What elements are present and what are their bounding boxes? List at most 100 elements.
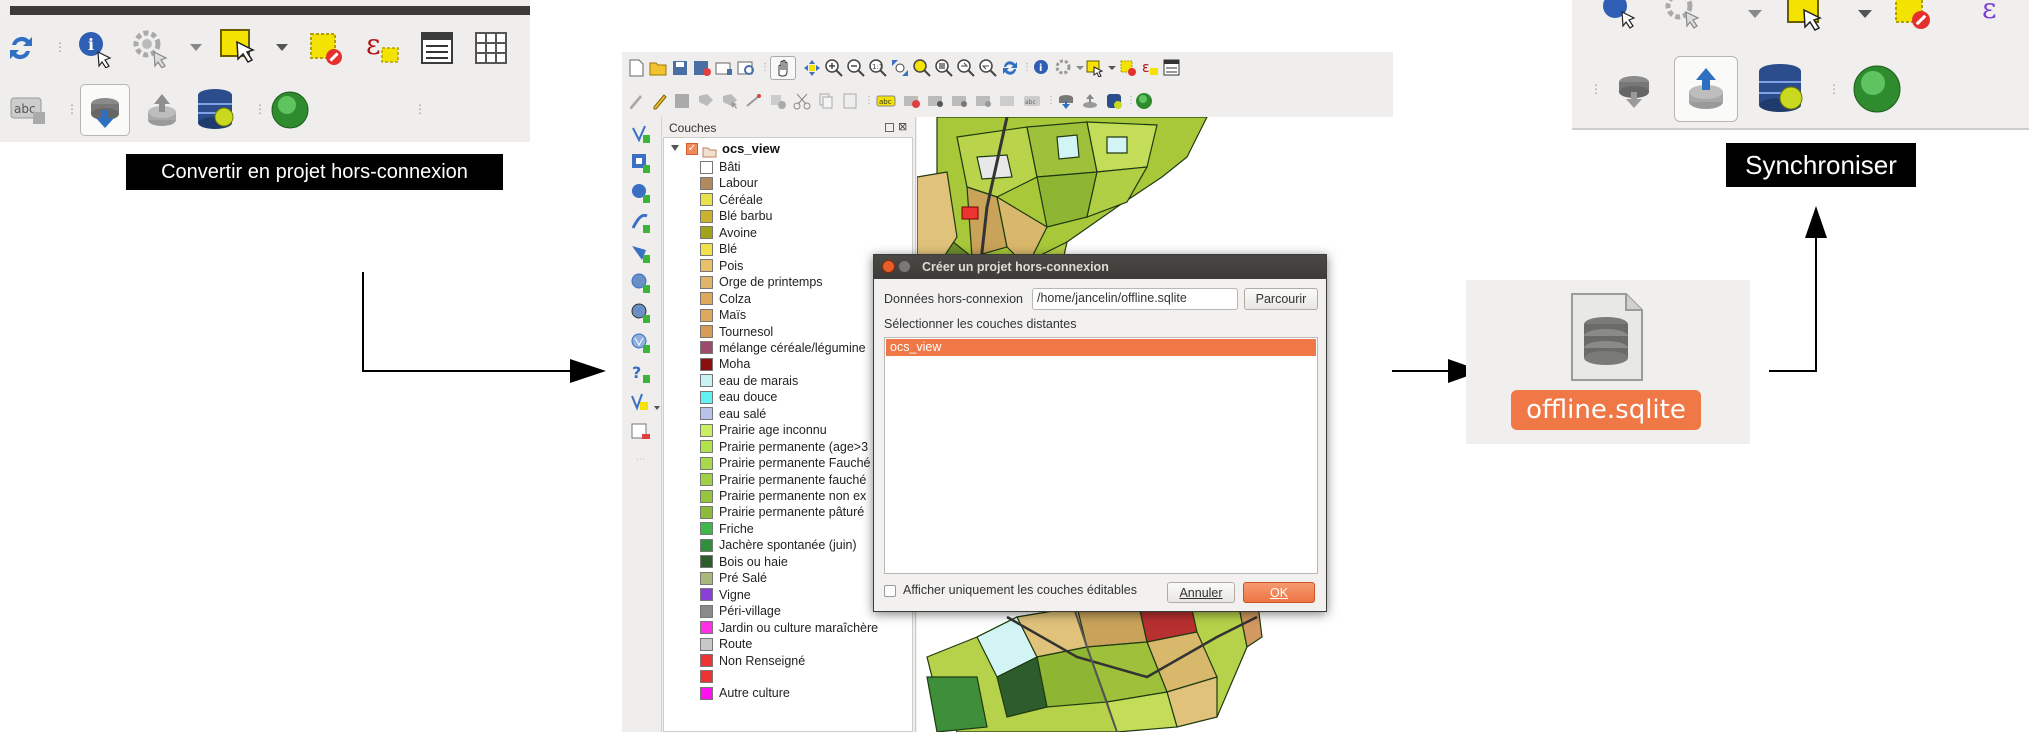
new-vector-layer-icon[interactable] — [630, 393, 650, 413]
layer-row[interactable] — [700, 669, 719, 685]
layer-row[interactable]: Blé — [700, 241, 737, 257]
chevron-down-icon[interactable] — [1748, 10, 1762, 18]
field-calculator-icon[interactable] — [470, 28, 512, 68]
paste-icon[interactable] — [840, 91, 860, 111]
delete-selected-icon[interactable] — [768, 91, 788, 111]
float-panel-icon[interactable] — [885, 123, 894, 132]
identify-icon[interactable]: i — [72, 28, 116, 68]
layer-row[interactable]: Prairie permanente Fauché — [700, 455, 870, 471]
zoom-last-icon[interactable] — [956, 58, 976, 78]
close-icon[interactable]: ⊠ — [898, 121, 907, 132]
add-vector-layer-icon[interactable] — [630, 123, 650, 143]
zoom-to-layer-icon[interactable] — [934, 58, 954, 78]
gear-zoom-icon[interactable] — [1054, 58, 1074, 78]
close-icon[interactable] — [882, 260, 895, 273]
synchronize-icon[interactable] — [1674, 56, 1738, 122]
layer-row[interactable]: Non Renseigné — [700, 653, 805, 669]
attribute-table-icon[interactable] — [1162, 58, 1182, 78]
convert-offline-icon[interactable] — [1056, 91, 1076, 111]
layer-group-name[interactable]: ocs_view — [722, 141, 780, 156]
remove-layer-icon[interactable] — [630, 423, 650, 443]
node-tool-icon[interactable] — [744, 91, 764, 111]
synchronize-icon[interactable] — [140, 88, 184, 132]
layer-row[interactable]: Moha — [700, 356, 750, 372]
zoom-next-icon[interactable] — [978, 58, 998, 78]
zoom-out-icon[interactable] — [846, 58, 866, 78]
layer-row[interactable]: Tournesol — [700, 324, 773, 340]
layer-row[interactable]: Prairie age inconnu — [700, 422, 827, 438]
sqlite-file-icon[interactable] — [1570, 292, 1644, 386]
zoom-native-icon[interactable]: 1:1 — [868, 58, 888, 78]
select-features-icon[interactable] — [1782, 0, 1830, 36]
minimize-icon[interactable] — [898, 260, 911, 273]
label-style-icon[interactable]: abc — [1022, 91, 1042, 111]
chevron-down-icon[interactable] — [1076, 66, 1084, 70]
add-wms-layer-icon[interactable] — [630, 273, 650, 293]
layer-row[interactable]: Prairie permanente (age>3 — [700, 439, 868, 455]
pan-to-selection-icon[interactable] — [802, 58, 822, 78]
spatialite-db-icon[interactable] — [1752, 60, 1808, 118]
layer-row[interactable]: Céréale — [700, 192, 763, 208]
select-features-icon[interactable] — [1084, 58, 1104, 78]
layer-row[interactable]: Pré Salé — [700, 570, 767, 586]
layer-row[interactable]: Jardin ou culture maraîchère — [700, 620, 878, 636]
add-wfs-layer-icon[interactable] — [630, 333, 650, 353]
layer-row[interactable]: Péri-village — [700, 603, 781, 619]
zoom-in-icon[interactable] — [824, 58, 844, 78]
cancel-button[interactable]: Annuler — [1167, 582, 1235, 603]
deselect-icon[interactable] — [1118, 58, 1138, 78]
current-edits-icon[interactable] — [626, 91, 646, 111]
deselect-icon[interactable] — [1890, 0, 1934, 36]
group-checkbox[interactable]: ✓ — [686, 143, 698, 155]
layer-row[interactable]: Blé barbu — [700, 208, 773, 224]
globe-plugin-icon[interactable] — [1134, 91, 1154, 111]
editable-only-checkbox[interactable] — [884, 585, 896, 597]
chevron-down-icon[interactable] — [276, 44, 288, 51]
select-features-icon[interactable] — [216, 26, 260, 68]
copy-icon[interactable] — [816, 91, 836, 111]
file-name-label[interactable]: offline.sqlite — [1511, 390, 1701, 430]
convert-offline-icon[interactable] — [80, 84, 130, 136]
label-icon[interactable]: abc — [8, 90, 48, 130]
label-pin-icon[interactable] — [902, 91, 922, 111]
layer-row[interactable]: Prairie permanente pâturé — [700, 504, 864, 520]
synchronize-icon[interactable] — [1080, 91, 1100, 111]
layer-row[interactable]: Colza — [700, 291, 751, 307]
list-item[interactable]: ocs_view — [886, 339, 1316, 356]
layer-row[interactable]: Prairie permanente fauché — [700, 472, 866, 488]
globe-plugin-icon[interactable] — [268, 88, 312, 132]
ok-button[interactable]: OK — [1243, 582, 1315, 603]
layer-row[interactable]: eau de marais — [700, 373, 798, 389]
add-delimited-text-icon[interactable]: ? — [630, 363, 650, 383]
spatialite-db-icon[interactable] — [192, 86, 238, 132]
add-raster-layer-icon[interactable] — [630, 153, 650, 173]
label-show-icon[interactable] — [926, 91, 946, 111]
new-project-icon[interactable] — [626, 58, 646, 78]
layer-row[interactable]: Bâti — [700, 159, 741, 175]
refresh-icon[interactable] — [4, 30, 38, 66]
spatialite-db-icon[interactable] — [1104, 91, 1124, 111]
open-project-icon[interactable] — [648, 58, 668, 78]
expression-select-icon[interactable]: ε — [1140, 58, 1160, 78]
deselect-icon[interactable] — [306, 30, 346, 68]
chevron-down-icon[interactable] — [1858, 10, 1872, 18]
label-change-icon[interactable] — [998, 91, 1018, 111]
add-postgis-layer-icon[interactable] — [630, 183, 650, 203]
layer-row[interactable]: mélange céréale/légumine — [700, 340, 866, 356]
layer-row[interactable]: eau douce — [700, 389, 777, 405]
zoom-full-icon[interactable] — [890, 58, 910, 78]
move-feature-icon[interactable] — [720, 91, 740, 111]
layer-row[interactable]: Bois ou haie — [700, 554, 788, 570]
toggle-editing-icon[interactable] — [650, 91, 670, 111]
layer-row[interactable]: Route — [700, 636, 752, 652]
pan-icon[interactable] — [770, 56, 796, 80]
expression-select-icon[interactable]: ε — [362, 28, 402, 68]
offline-data-field[interactable]: /home/jancelin/offline.sqlite — [1032, 288, 1238, 310]
refresh-icon[interactable] — [1000, 58, 1020, 78]
identify-icon[interactable] — [1596, 0, 1640, 36]
layer-row[interactable]: Maïs — [700, 307, 746, 323]
attribute-table-icon[interactable] — [416, 28, 458, 68]
expression-select-icon[interactable]: ε — [1976, 0, 2020, 36]
layer-row[interactable]: Jachère spontanée (juin) — [700, 537, 857, 553]
composer-manager-icon[interactable] — [736, 58, 756, 78]
